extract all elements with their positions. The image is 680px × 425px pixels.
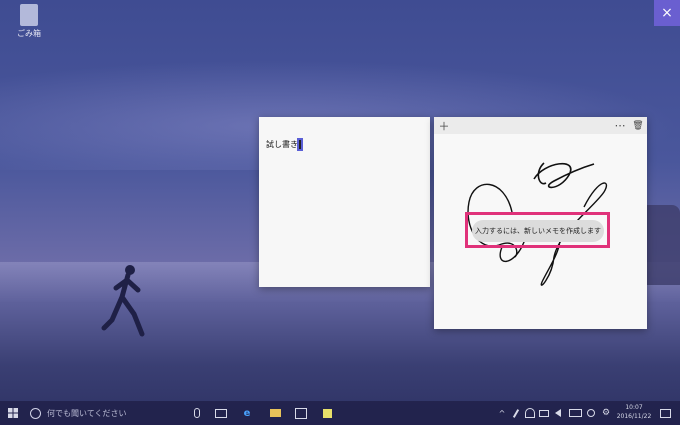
pen-button[interactable] (510, 401, 522, 425)
battery-icon (539, 409, 549, 417)
sticky-note-ink[interactable]: ＋ ⋯ 🗑 入力するには、新しいメモを作成します (434, 117, 647, 329)
close-button[interactable]: × (654, 0, 680, 26)
edge-button[interactable]: e (238, 401, 256, 425)
gear-icon: ⚙ (601, 408, 611, 418)
microphone-button[interactable] (189, 401, 205, 425)
store-button[interactable] (292, 401, 310, 425)
sticky-notes-button[interactable] (318, 401, 336, 425)
search-input[interactable]: 何でも聞いてください (26, 404, 186, 422)
volume-button[interactable] (552, 401, 564, 425)
input-indicator-icon (587, 409, 595, 417)
explorer-button[interactable] (266, 401, 284, 425)
search-placeholder: 何でも聞いてください (47, 408, 127, 418)
pen-icon (512, 408, 520, 418)
settings-button[interactable]: ⚙ (600, 401, 612, 425)
notification-icon (659, 408, 671, 418)
input-indicator-button[interactable] (585, 401, 597, 425)
show-hidden-icons-button[interactable]: ^ (496, 401, 508, 425)
folder-icon (269, 409, 281, 417)
clock-date: 2016/11/22 (616, 413, 652, 420)
keyboard-icon (568, 409, 582, 417)
chevron-up-icon: ^ (498, 408, 506, 418)
note-text[interactable]: 試し書き (266, 138, 303, 151)
cortana-icon (30, 407, 41, 419)
recycle-bin-icon (20, 4, 38, 26)
note-text-content: 試し書き (266, 140, 298, 149)
taskbar: 何でも聞いてください e ^ ⚙ 10:07 2016/11/22 (0, 401, 680, 425)
text-caret (297, 138, 303, 151)
task-view-icon (215, 408, 227, 418)
battery-button[interactable] (538, 401, 550, 425)
clock[interactable]: 10:07 2016/11/22 (614, 403, 654, 421)
keyboard-button[interactable] (568, 401, 582, 425)
start-button[interactable] (4, 401, 22, 425)
runner-silhouette (101, 265, 145, 337)
speaker-icon (555, 409, 561, 417)
network-icon (525, 408, 535, 418)
recycle-bin-label: ごみ箱 (17, 29, 41, 38)
windows-icon (8, 408, 18, 418)
edge-icon: e (243, 407, 251, 419)
microphone-icon (194, 408, 200, 418)
close-icon: × (661, 5, 673, 21)
clock-time: 10:07 (625, 404, 643, 411)
toast-message: 入力するには、新しいメモを作成します (472, 220, 604, 242)
network-button[interactable] (524, 401, 536, 425)
sticky-notes-icon (322, 408, 332, 418)
action-center-button[interactable] (656, 401, 674, 425)
recycle-bin[interactable]: ごみ箱 (12, 4, 46, 39)
sticky-note-text[interactable]: 試し書き (259, 117, 430, 287)
store-icon (295, 407, 307, 419)
task-view-button[interactable] (212, 401, 230, 425)
